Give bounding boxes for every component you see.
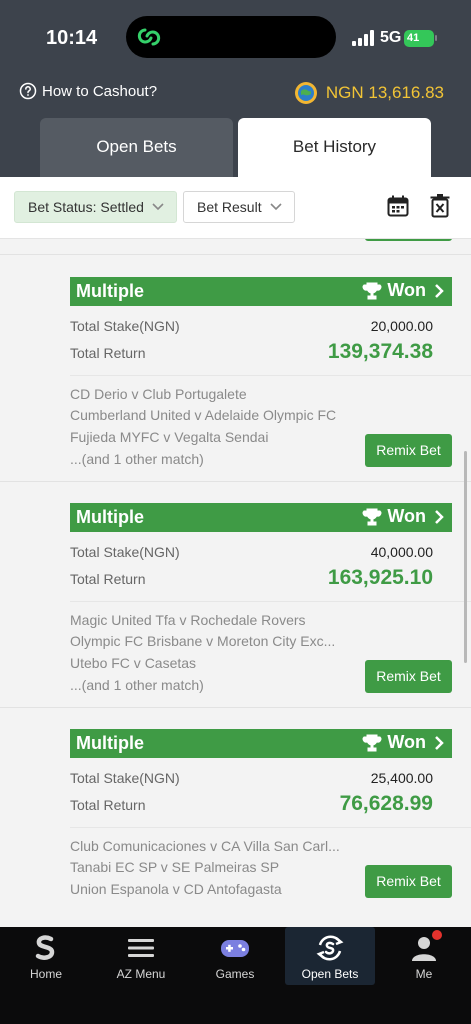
bet-card-header[interactable]: Multiple Won: [70, 277, 452, 306]
dynamic-island: [126, 16, 336, 58]
match-name: Cumberland United v Adelaide Olympic FC: [70, 407, 337, 423]
open-bets-icon: [316, 935, 344, 961]
bet-type: Multiple: [76, 733, 144, 753]
match-name: Magic United Tfa v Rochedale Rovers: [70, 612, 306, 628]
divider: [70, 375, 471, 376]
nav-az-menu-label: AZ Menu: [116, 967, 166, 981]
nav-games-label: Games: [215, 967, 255, 981]
battery-level: 41: [407, 32, 420, 44]
match-name: Union Espanola v CD Antofagasta: [70, 881, 282, 897]
sporty-logo-icon: [35, 935, 55, 960]
total-stake-label: Total Stake(NGN): [70, 770, 180, 786]
nav-open-bets[interactable]: Open Bets: [285, 927, 375, 985]
notification-badge: [432, 930, 442, 940]
total-stake-value: 40,000.00: [370, 544, 433, 560]
total-stake-value: 25,400.00: [370, 770, 433, 786]
bet-type: Multiple: [76, 281, 144, 301]
clock: 10:14: [46, 27, 98, 49]
bet-status: Won: [362, 280, 444, 301]
bet-status-label: Won: [387, 506, 426, 526]
match-name: Tanabi EC SP v SE Palmeiras SP: [70, 859, 280, 875]
header: 10:14 5G 41 How to Cashout? NGN 13,616.8…: [0, 0, 471, 177]
chevron-down-icon: [152, 203, 164, 211]
more-matches: ...(and 1 other match): [70, 451, 204, 467]
bet-status-label: Bet Status: Settled: [28, 199, 144, 215]
chevron-right-icon: [435, 283, 444, 298]
gamepad-icon: [221, 940, 249, 957]
total-stake-label: Total Stake(NGN): [70, 318, 180, 334]
nav-open-bets-label: Open Bets: [301, 967, 359, 981]
divider: [70, 827, 471, 828]
trophy-icon: [362, 508, 382, 525]
menu-icon: [128, 939, 154, 957]
bet-type: Multiple: [76, 507, 144, 527]
total-return-label: Total Return: [70, 797, 146, 813]
tab-open-bets[interactable]: Open Bets: [40, 118, 233, 177]
bet-result-label: Bet Result: [197, 199, 262, 215]
battery-indicator: 41: [404, 30, 434, 47]
remix-bet-button[interactable]: Remix Bet: [365, 660, 452, 693]
chevron-right-icon: [435, 509, 444, 524]
bet-status: Won: [362, 732, 444, 753]
globe-icon: [294, 82, 317, 104]
total-return-value: 76,628.99: [339, 792, 433, 815]
how-to-cashout-label: How to Cashout?: [42, 82, 158, 100]
total-return-label: Total Return: [70, 345, 146, 361]
match-name: Club Comunicaciones v CA Villa San Carl.…: [70, 838, 340, 854]
calendar-icon[interactable]: [387, 195, 409, 217]
balance-amount: NGN 13,616.83: [325, 83, 444, 102]
bet-status-label: Won: [387, 732, 426, 752]
divider: [0, 707, 471, 708]
status-bar: 10:14 5G 41: [0, 0, 471, 72]
bet-status: Won: [362, 506, 444, 527]
match-name: CD Derio v Club Portugalete: [70, 386, 247, 402]
nav-games[interactable]: Games: [190, 927, 280, 985]
bet-card-header[interactable]: Multiple Won: [70, 729, 452, 758]
divider: [0, 254, 471, 255]
match-name: Utebo FC v Casetas: [70, 655, 197, 671]
match-name: Fujieda MYFC v Vegalta Sendai: [70, 429, 269, 445]
divider: [70, 601, 471, 602]
nav-me-label: Me: [415, 967, 433, 981]
match-name: Olympic FC Brisbane v Moreton City Exc..…: [70, 633, 336, 649]
remix-bet-button[interactable]: Remix Bet: [365, 865, 452, 898]
more-matches: ...(and 1 other match): [70, 677, 204, 693]
nav-home-label: Home: [29, 967, 62, 981]
help-icon: [19, 82, 37, 100]
previous-remix-button[interactable]: [365, 239, 452, 241]
total-stake-value: 20,000.00: [370, 318, 433, 334]
signal-icon: [352, 30, 374, 46]
tab-bet-history[interactable]: Bet History: [238, 118, 431, 177]
total-return-value: 163,925.10: [327, 566, 433, 589]
chevron-down-icon: [270, 203, 282, 211]
delete-icon[interactable]: [430, 194, 450, 218]
app-screen: 10:14 5G 41 How to Cashout? NGN 13,616.8…: [0, 0, 471, 1024]
chevron-right-icon: [435, 735, 444, 750]
total-return-value: 139,374.38: [327, 340, 433, 363]
bottom-nav: Home AZ Menu Games Open Bets Me: [0, 927, 471, 1024]
battery-cap: [435, 35, 437, 41]
remix-bet-button[interactable]: Remix Bet: [365, 434, 452, 467]
app-link-icon: [137, 28, 161, 46]
bet-status-dropdown[interactable]: Bet Status: Settled: [14, 191, 177, 223]
bet-card-header[interactable]: Multiple Won: [70, 503, 452, 532]
scrollbar[interactable]: [464, 451, 467, 663]
divider: [0, 481, 471, 482]
total-return-label: Total Return: [70, 571, 146, 587]
trophy-icon: [362, 734, 382, 751]
nav-me[interactable]: Me: [379, 927, 469, 985]
bet-status-label: Won: [387, 280, 426, 300]
nav-az-menu[interactable]: AZ Menu: [96, 927, 186, 985]
bet-history-list: Multiple Won Total Stake(NGN) 20,000.00 …: [0, 239, 471, 927]
how-to-cashout-link[interactable]: How to Cashout?: [19, 82, 157, 100]
balance-display: NGN 13,616.83: [294, 81, 444, 105]
total-stake-label: Total Stake(NGN): [70, 544, 180, 560]
bet-result-dropdown[interactable]: Bet Result: [183, 191, 295, 223]
network-type: 5G: [380, 29, 402, 46]
trophy-icon: [362, 282, 382, 299]
nav-home[interactable]: Home: [1, 927, 91, 985]
